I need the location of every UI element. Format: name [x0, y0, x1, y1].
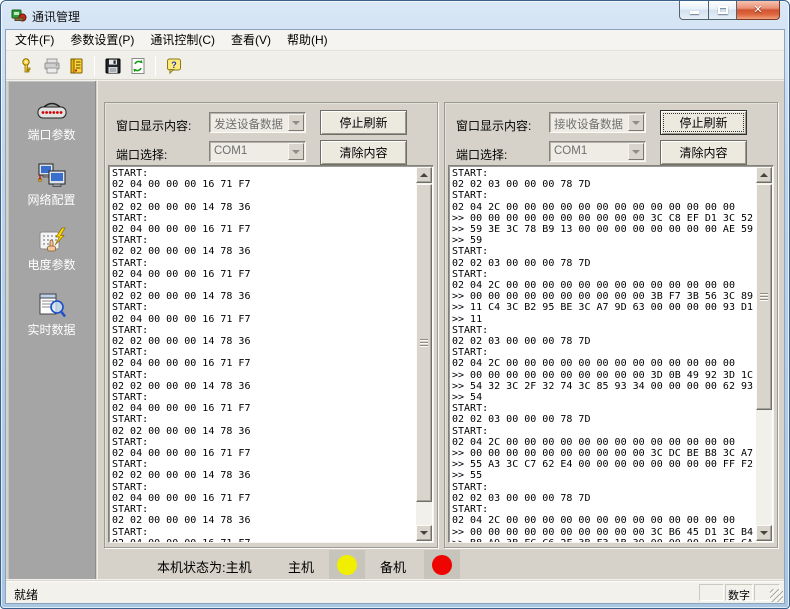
print-icon	[43, 57, 61, 75]
chevron-down-icon	[628, 114, 644, 131]
sidebar-item-energy-params[interactable]: 电度参数	[8, 227, 95, 272]
config-book-icon	[68, 57, 86, 75]
thumb-grip-icon	[420, 339, 428, 347]
sidebar-item-network-config[interactable]: 网络配置	[8, 162, 95, 207]
scroll-up-button[interactable]	[416, 167, 432, 183]
svg-text:?: ?	[171, 60, 177, 70]
stop-refresh-button[interactable]: 停止刷新	[320, 110, 407, 135]
realtime-data-icon	[35, 292, 69, 320]
port-select-label: 端口选择:	[456, 146, 507, 163]
sidebar-item-label: 网络配置	[8, 193, 95, 207]
client-area: 文件(F) 参数设置(P) 通讯控制(C) 查看(V) 帮助(H)	[5, 29, 785, 604]
toolbar: ?	[6, 52, 784, 80]
window-controls: ✕	[679, 1, 780, 20]
menu-file[interactable]: 文件(F)	[7, 28, 62, 52]
toolbar-separator	[94, 56, 95, 76]
scroll-up-button[interactable]	[756, 167, 772, 183]
chevron-down-icon	[288, 143, 304, 160]
display-content-select[interactable]: 发送设备数据	[209, 112, 306, 133]
triangle-up-icon	[420, 173, 428, 177]
send-data-log[interactable]: START: 02 04 00 00 00 16 71 F7 START: 02…	[108, 165, 434, 543]
network-config-icon	[35, 162, 69, 190]
menu-view[interactable]: 查看(V)	[223, 28, 279, 52]
refresh-icon	[129, 57, 147, 75]
backup-label: 备机	[380, 557, 406, 576]
local-status-text: 本机状态为:主机	[157, 557, 252, 576]
help-button[interactable]: ?	[161, 54, 186, 77]
toolbar-separator	[155, 56, 156, 76]
maximize-button[interactable]	[709, 1, 737, 20]
sidebar: 端口参数	[8, 81, 96, 579]
chevron-down-icon	[288, 114, 304, 131]
status-cell-num: 数字	[725, 584, 753, 601]
display-content-label: 窗口显示内容:	[116, 117, 191, 134]
sidebar-item-label: 电度参数	[8, 258, 95, 272]
minimize-button[interactable]	[679, 1, 709, 20]
sidebar-item-port-params[interactable]: 端口参数	[8, 97, 95, 142]
menu-help[interactable]: 帮助(H)	[279, 28, 336, 52]
status-ready-text: 就绪	[14, 586, 38, 603]
save-icon	[104, 57, 122, 75]
titlebar[interactable]: 通讯管理 ✕	[1, 1, 789, 29]
help-icon: ?	[165, 57, 183, 75]
minimize-icon	[690, 11, 699, 14]
clear-content-button[interactable]: 清除内容	[320, 140, 407, 165]
close-icon: ✕	[753, 5, 762, 16]
scroll-thumb[interactable]	[416, 184, 432, 502]
primary-light	[337, 555, 357, 575]
save-button[interactable]	[100, 54, 125, 77]
send-log-scrollbar[interactable]	[416, 167, 432, 541]
key-button[interactable]	[14, 54, 39, 77]
port-select[interactable]: COM1	[549, 141, 646, 162]
content-area: 窗口显示内容: 发送设备数据 停止刷新 端口选择: COM1 清除内容 STAR…	[97, 81, 784, 579]
sidebar-item-realtime-data[interactable]: 实时数据	[8, 292, 95, 337]
stop-refresh-button[interactable]: 停止刷新	[660, 110, 747, 135]
primary-label: 主机	[288, 557, 314, 576]
thumb-grip-icon	[760, 293, 768, 301]
window-title: 通讯管理	[32, 8, 80, 25]
app-window: 通讯管理 ✕ 文件(F) 参数设置(P) 通讯控制(C) 查看(V) 帮助(H)	[0, 0, 790, 609]
triangle-down-icon	[760, 531, 768, 535]
resize-grip[interactable]	[770, 589, 783, 602]
clear-content-button[interactable]: 清除内容	[660, 140, 747, 165]
sidebar-item-label: 端口参数	[8, 128, 95, 142]
statusbar: 就绪 数字	[6, 580, 784, 603]
triangle-up-icon	[760, 173, 768, 177]
energy-params-icon	[35, 227, 69, 255]
triangle-down-icon	[420, 531, 428, 535]
config-button[interactable]	[64, 54, 89, 77]
main-area: 端口参数	[6, 81, 784, 579]
menubar: 文件(F) 参数设置(P) 通讯控制(C) 查看(V) 帮助(H)	[6, 30, 784, 51]
primary-indicator	[329, 550, 365, 579]
key-icon	[18, 57, 36, 75]
maximize-icon	[718, 6, 728, 14]
menu-comm-control[interactable]: 通讯控制(C)	[142, 28, 223, 52]
scroll-down-button[interactable]	[416, 525, 432, 541]
display-content-select[interactable]: 接收设备数据	[549, 112, 646, 133]
send-panel: 窗口显示内容: 发送设备数据 停止刷新 端口选择: COM1 清除内容 STAR…	[104, 102, 438, 548]
backup-light	[432, 555, 452, 575]
port-select-label: 端口选择:	[116, 146, 167, 163]
display-content-label: 窗口显示内容:	[456, 117, 531, 134]
scroll-thumb[interactable]	[756, 184, 772, 410]
refresh-button[interactable]	[125, 54, 150, 77]
port-params-icon	[35, 97, 69, 125]
port-select[interactable]: COM1	[209, 141, 306, 162]
print-button[interactable]	[39, 54, 64, 77]
app-icon	[11, 7, 27, 23]
menu-parameter-settings[interactable]: 参数设置(P)	[62, 28, 142, 52]
sidebar-item-label: 实时数据	[8, 323, 95, 337]
close-button[interactable]: ✕	[737, 1, 780, 20]
receive-data-log[interactable]: START: 02 02 03 00 00 00 78 7D START: 02…	[448, 165, 774, 543]
receive-panel: 窗口显示内容: 接收设备数据 停止刷新 端口选择: COM1 清除内容 STAR…	[444, 102, 778, 548]
scroll-down-button[interactable]	[756, 525, 772, 541]
chevron-down-icon	[628, 143, 644, 160]
receive-log-scrollbar[interactable]	[756, 167, 772, 541]
backup-indicator	[424, 550, 460, 579]
status-cell-empty	[699, 584, 724, 601]
